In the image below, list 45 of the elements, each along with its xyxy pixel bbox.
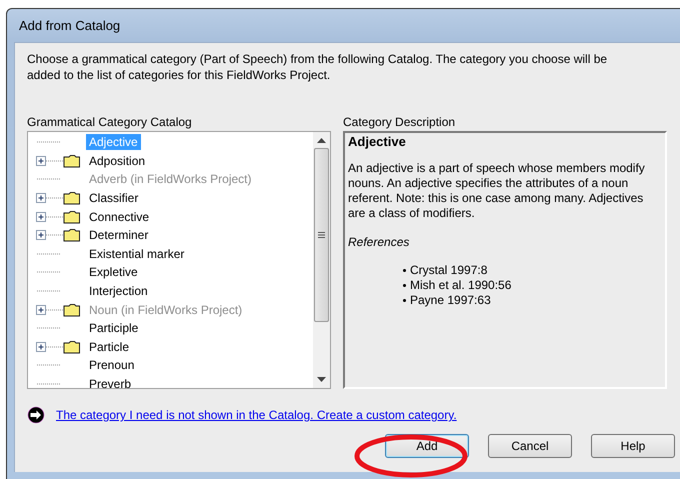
arrow-circle-icon — [27, 406, 45, 424]
folder-icon — [63, 210, 81, 224]
folder-icon — [63, 340, 81, 354]
expand-icon[interactable] — [36, 229, 66, 242]
tree-item[interactable]: Connective — [86, 208, 152, 225]
folder-icon — [63, 228, 81, 242]
scroll-down-icon[interactable] — [317, 377, 326, 382]
catalog-label: Grammatical Category Catalog — [27, 114, 193, 130]
expand-icon[interactable] — [36, 340, 66, 353]
bullet-icon — [403, 269, 406, 272]
bullet-icon — [403, 284, 406, 287]
tree-item[interactable]: Determiner — [86, 227, 152, 244]
window-title: Add from Catalog — [19, 18, 120, 33]
reference-text: Mish et al. 1990:56 — [410, 278, 512, 293]
bullet-icon — [403, 299, 406, 302]
folder-icon — [63, 302, 81, 317]
scroll-thumb[interactable] — [314, 148, 329, 322]
reference-text: Payne 1997:63 — [410, 293, 491, 308]
expand-icon[interactable] — [36, 154, 66, 167]
tree-item[interactable]: Adposition — [86, 152, 148, 169]
folder-icon — [63, 154, 81, 168]
description-heading: Adjective — [348, 134, 407, 149]
dialog-button[interactable]: Cancel — [488, 434, 572, 458]
grip-icon — [318, 232, 325, 238]
scroll-up-icon[interactable] — [317, 138, 326, 143]
tree-item[interactable]: Prenoun — [86, 357, 138, 374]
reference-text: Crystal 1997:8 — [410, 263, 488, 278]
expand-icon[interactable] — [36, 192, 66, 204]
custom-category-link[interactable]: The category I need is not shown in the Catalog. Create a custom category. — [56, 408, 457, 422]
tree-item[interactable]: Participle — [86, 320, 142, 336]
folder-icon — [63, 191, 81, 206]
tree-item[interactable]: Particle — [86, 338, 132, 355]
expand-icon[interactable] — [36, 304, 66, 316]
dialog-button[interactable]: Help — [591, 434, 675, 458]
description-label: Category Description — [343, 114, 456, 130]
description-text: An adjective is a part of speech whose members modify nouns. An adjective specifies the attributes of a noun referent. Note: this is one case among many. Adjectives are a class of modifiers. — [348, 161, 646, 221]
instructions-text: Choose a grammatical category (Part of Speech) from the following Catalog. The category you choose will be added to the list of categories for this FieldWorks Project. — [27, 51, 608, 83]
expand-icon[interactable] — [36, 210, 66, 223]
tree-item[interactable]: Preverb — [86, 376, 134, 388]
tree-item[interactable]: Interjection — [86, 283, 151, 300]
tree-item[interactable]: Existential marker — [86, 246, 188, 262]
tree-item[interactable]: Expletive — [86, 264, 141, 280]
scrollbar[interactable] — [313, 132, 330, 388]
references-heading: References — [348, 235, 410, 249]
tree-item[interactable]: Classifier — [86, 190, 142, 206]
